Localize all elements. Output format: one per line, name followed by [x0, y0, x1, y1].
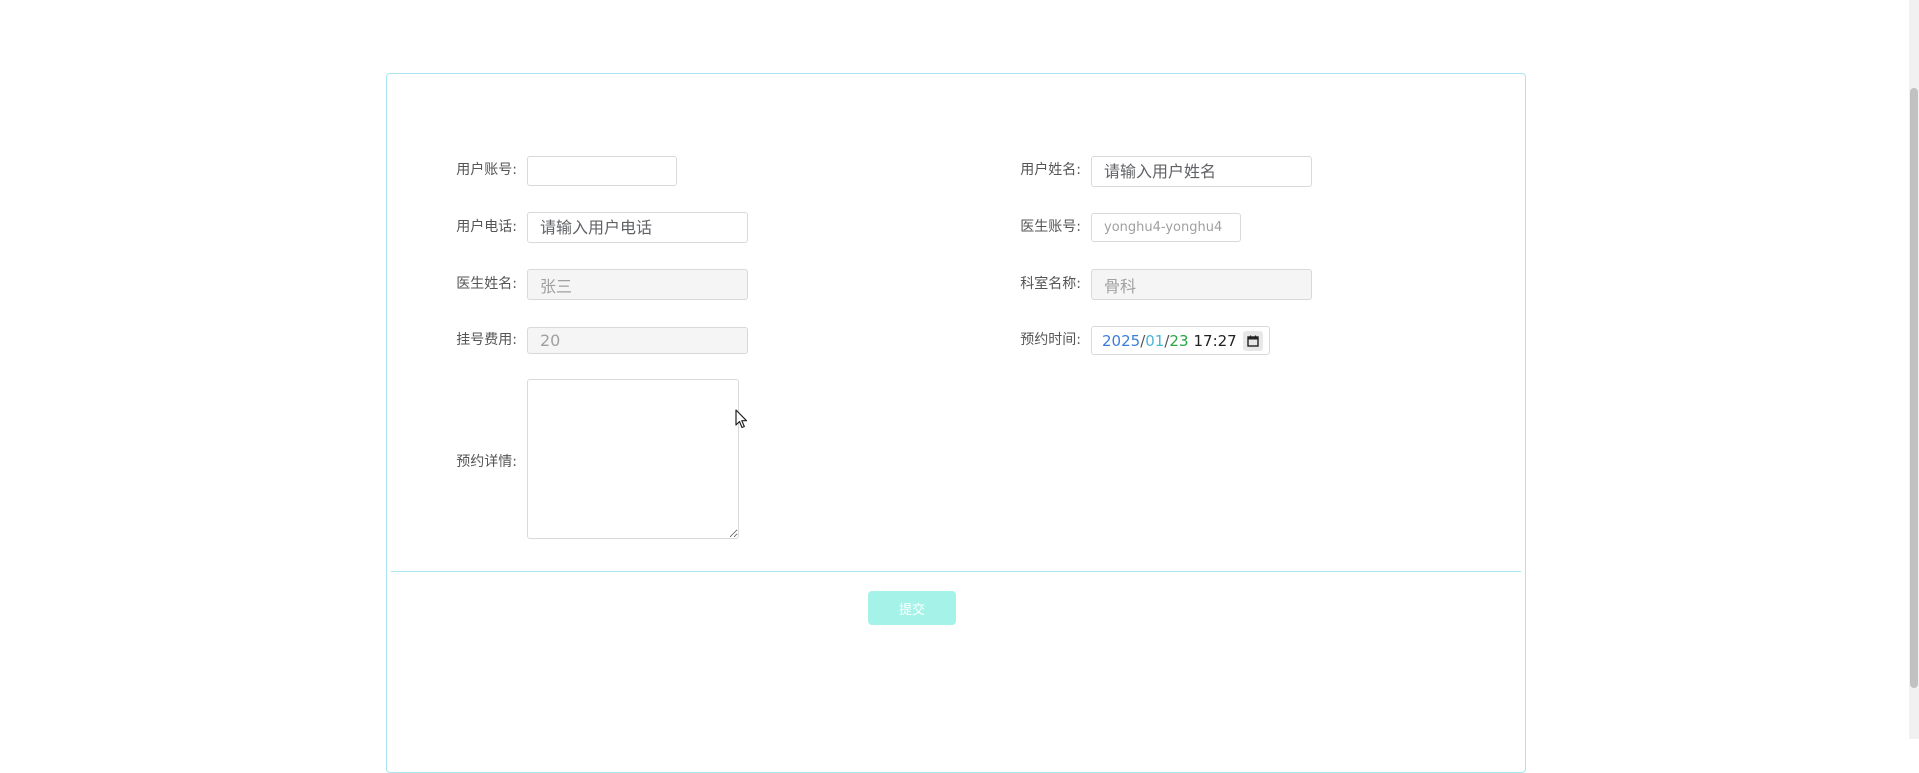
fee-input [527, 327, 748, 354]
phone-label: 用户电话: [456, 219, 517, 235]
date-time[interactable]: 17:27 [1194, 326, 1237, 356]
submit-button[interactable]: 提交 [868, 591, 956, 625]
name-label: 用户姓名: [1020, 162, 1081, 178]
scrollbar-thumb[interactable] [1910, 88, 1918, 688]
fee-label: 挂号费用: [456, 332, 517, 348]
name-input[interactable] [1091, 156, 1312, 187]
account-input[interactable] [527, 156, 677, 186]
account-label: 用户账号: [456, 162, 517, 178]
department-label: 科室名称: [1020, 276, 1081, 292]
department-input [1091, 269, 1312, 300]
date-year[interactable]: 2025 [1102, 326, 1140, 356]
divider [391, 571, 1521, 572]
doctor-account-input[interactable] [1091, 213, 1241, 242]
mouse-pointer-icon [735, 409, 749, 433]
date-month[interactable]: 01 [1145, 326, 1164, 356]
appointment-time-label: 预约时间: [1020, 332, 1081, 348]
details-textarea[interactable] [527, 379, 739, 539]
phone-input[interactable] [527, 212, 748, 243]
details-label: 预约详情: [456, 454, 517, 470]
appointment-time-input[interactable]: 2025/01/23 17:27 [1091, 326, 1270, 355]
doctor-name-input [527, 269, 748, 300]
doctor-account-label: 医生账号: [1020, 219, 1081, 235]
doctor-name-label: 医生姓名: [456, 276, 517, 292]
date-day[interactable]: 23 [1169, 326, 1188, 356]
calendar-icon[interactable] [1243, 331, 1263, 351]
scrollbar[interactable] [1909, 0, 1919, 739]
